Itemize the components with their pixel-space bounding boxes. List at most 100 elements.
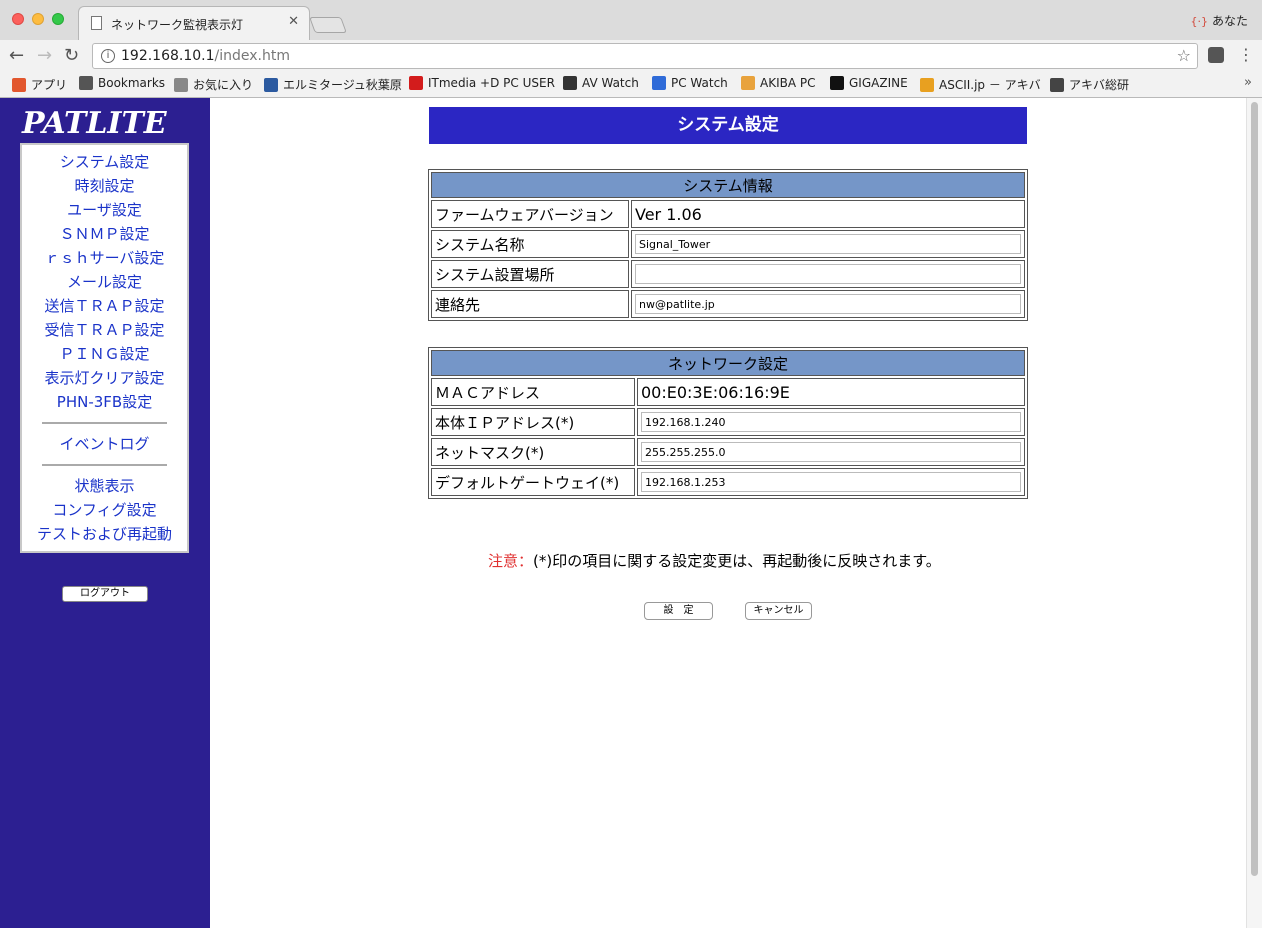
- system-name-label: システム名称: [431, 230, 629, 258]
- logout-button[interactable]: ログアウト: [62, 586, 148, 602]
- bookmark-favicon-icon: [830, 76, 844, 90]
- menu-group-log: イベントログ: [22, 432, 187, 456]
- sidebar-menu-item[interactable]: メール設定: [22, 270, 187, 294]
- bookmark-favicon-icon: [12, 77, 26, 92]
- sidebar-menu-item[interactable]: 受信ＴＲＡＰ設定: [22, 318, 187, 342]
- profile-label: あなた: [1211, 14, 1248, 28]
- reload-icon[interactable]: ↻: [64, 45, 79, 66]
- browser-chrome: ネットワーク監視表示灯 ✕ {·} あなた ← → ↻ i 192.168.10.…: [0, 0, 1262, 98]
- notice-prefix: 注意：: [488, 552, 534, 570]
- network-settings-header: ネットワーク設定: [431, 350, 1025, 376]
- close-window-button[interactable]: [12, 13, 24, 25]
- bookmark-label: ITmedia +D PC USER: [428, 76, 555, 90]
- bookmark-label: エルミタージュ秋葉原: [283, 78, 402, 92]
- bookmark-label: AKIBA PC: [760, 76, 816, 90]
- bookmark-label: アプリ: [31, 78, 68, 92]
- gateway-input[interactable]: [641, 472, 1021, 492]
- bookmark-item[interactable]: アプリ: [12, 76, 67, 93]
- firmware-label: ファームウェアバージョン: [431, 200, 629, 228]
- sidebar-menu-item[interactable]: PHN-3FB設定: [22, 390, 187, 414]
- bookmark-star-icon[interactable]: ☆: [1177, 46, 1191, 65]
- firmware-value: Ver 1.06: [631, 200, 1025, 228]
- bookmark-item[interactable]: AKIBA PC: [741, 76, 816, 90]
- close-tab-icon[interactable]: ✕: [288, 14, 299, 29]
- page-content: PATLITE システム設定 時刻設定 ユーザ設定 ＳＮＭＰ設定 ｒｓｈサーバ設定 メール…: [0, 98, 1262, 928]
- menu-group-status: 状態表示 コンフィグ設定 テストおよび再起動: [22, 474, 187, 546]
- sidebar-menu-item[interactable]: システム設定: [22, 150, 187, 174]
- back-arrow-icon[interactable]: ←: [9, 45, 24, 66]
- profile-icon: {·}: [1190, 15, 1208, 28]
- bookmarks-more-icon[interactable]: »: [1244, 75, 1252, 90]
- sidebar-menu-item[interactable]: ｒｓｈサーバ設定: [22, 246, 187, 270]
- bookmark-favicon-icon: [264, 77, 278, 92]
- bookmark-item[interactable]: ITmedia +D PC USER: [409, 76, 555, 90]
- bookmark-favicon-icon: [920, 77, 934, 92]
- menu-divider: [42, 464, 167, 466]
- system-name-input[interactable]: [635, 234, 1021, 254]
- new-tab-button[interactable]: [309, 17, 347, 33]
- tab-bar: ネットワーク監視表示灯 ✕ {·} あなた: [0, 0, 1262, 40]
- set-button[interactable]: 設 定: [644, 602, 713, 620]
- bookmark-item[interactable]: ASCII.jp － アキバ: [920, 76, 1041, 93]
- sidebar-menu-item[interactable]: 表示灯クリア設定: [22, 366, 187, 390]
- browser-menu-icon[interactable]: ⋮: [1238, 45, 1254, 64]
- bookmark-favicon-icon: [741, 76, 755, 90]
- navigation-row: ← → ↻ i 192.168.10.1/index.htm ☆ ⋮: [0, 40, 1262, 72]
- sidebar-menu-item[interactable]: 送信ＴＲＡＰ設定: [22, 294, 187, 318]
- bookmark-favicon-icon: [563, 76, 577, 90]
- bookmark-favicon-icon: [1050, 77, 1064, 92]
- netmask-label: ネットマスク(*): [431, 438, 635, 466]
- bookmark-favicon-icon: [652, 76, 666, 90]
- sidebar-menu: システム設定 時刻設定 ユーザ設定 ＳＮＭＰ設定 ｒｓｈサーバ設定 メール設定 送信ＴＲＡＰ…: [20, 143, 189, 553]
- bookmark-label: アキバ総研: [1069, 78, 1130, 92]
- bookmarks-bar: » アプリ Bookmarks お気に入り エルミタージュ秋葉原 ITmedia +D …: [0, 72, 1262, 96]
- browser-tab[interactable]: ネットワーク監視表示灯 ✕: [78, 6, 310, 40]
- contact-label: 連絡先: [431, 290, 629, 318]
- minimize-window-button[interactable]: [32, 13, 44, 25]
- page-scrollbar[interactable]: [1246, 98, 1262, 928]
- bookmark-favicon-icon: [409, 76, 423, 90]
- sidebar: PATLITE システム設定 時刻設定 ユーザ設定 ＳＮＭＰ設定 ｒｓｈサーバ設定 メール…: [0, 98, 210, 928]
- menu-group-settings: システム設定 時刻設定 ユーザ設定 ＳＮＭＰ設定 ｒｓｈサーバ設定 メール設定 送信ＴＲＡＰ…: [22, 145, 187, 414]
- profile-button[interactable]: {·} あなた: [1190, 12, 1248, 29]
- ip-address-label: 本体ＩＰアドレス(*): [431, 408, 635, 436]
- sidebar-menu-item[interactable]: ＰＩＮＧ設定: [22, 342, 187, 366]
- url-text[interactable]: 192.168.10.1/index.htm: [121, 48, 290, 64]
- address-bar[interactable]: i 192.168.10.1/index.htm ☆: [92, 43, 1198, 69]
- network-settings-table: ネットワーク設定 ＭＡＣアドレス 00:E0:3E:06:16:9E 本体ＩＰア…: [428, 347, 1028, 499]
- bookmark-label: PC Watch: [671, 76, 728, 90]
- scrollbar-thumb[interactable]: [1251, 102, 1258, 876]
- sidebar-menu-item[interactable]: テストおよび再起動: [22, 522, 187, 546]
- sidebar-menu-item[interactable]: コンフィグ設定: [22, 498, 187, 522]
- info-icon[interactable]: i: [101, 49, 115, 63]
- document-icon: [91, 16, 102, 30]
- sidebar-menu-item[interactable]: ＳＮＭＰ設定: [22, 222, 187, 246]
- sidebar-menu-item[interactable]: ユーザ設定: [22, 198, 187, 222]
- main-content: システム設定 システム情報 ファームウェアバージョン Ver 1.06 システム…: [210, 98, 1246, 928]
- bookmark-item[interactable]: PC Watch: [652, 76, 728, 90]
- sidebar-menu-item[interactable]: イベントログ: [22, 432, 187, 456]
- contact-input[interactable]: [635, 294, 1021, 314]
- sidebar-menu-item[interactable]: 時刻設定: [22, 174, 187, 198]
- system-info-header: システム情報: [431, 172, 1025, 198]
- bookmark-item[interactable]: アキバ総研: [1050, 76, 1129, 93]
- mac-label: ＭＡＣアドレス: [431, 378, 635, 406]
- bookmark-favicon-icon: [174, 77, 188, 92]
- bookmark-item[interactable]: GIGAZINE: [830, 76, 908, 90]
- ip-address-input[interactable]: [641, 412, 1021, 432]
- netmask-input[interactable]: [641, 442, 1021, 462]
- bookmark-favicon-icon: [79, 76, 93, 90]
- zoom-window-button[interactable]: [52, 13, 64, 25]
- bookmark-item[interactable]: Bookmarks: [79, 76, 165, 90]
- cancel-button[interactable]: キャンセル: [745, 602, 812, 620]
- gateway-label: デフォルトゲートウェイ(*): [431, 468, 635, 496]
- extension-icon[interactable]: [1208, 47, 1224, 63]
- forward-arrow-icon[interactable]: →: [37, 45, 52, 66]
- bookmark-label: お気に入り: [193, 78, 254, 92]
- bookmark-item[interactable]: お気に入り: [174, 76, 253, 93]
- sidebar-menu-item[interactable]: 状態表示: [22, 474, 187, 498]
- bookmark-item[interactable]: AV Watch: [563, 76, 639, 90]
- bookmark-item[interactable]: エルミタージュ秋葉原: [264, 76, 402, 93]
- bookmark-label: Bookmarks: [98, 76, 166, 90]
- system-location-input[interactable]: [635, 264, 1021, 284]
